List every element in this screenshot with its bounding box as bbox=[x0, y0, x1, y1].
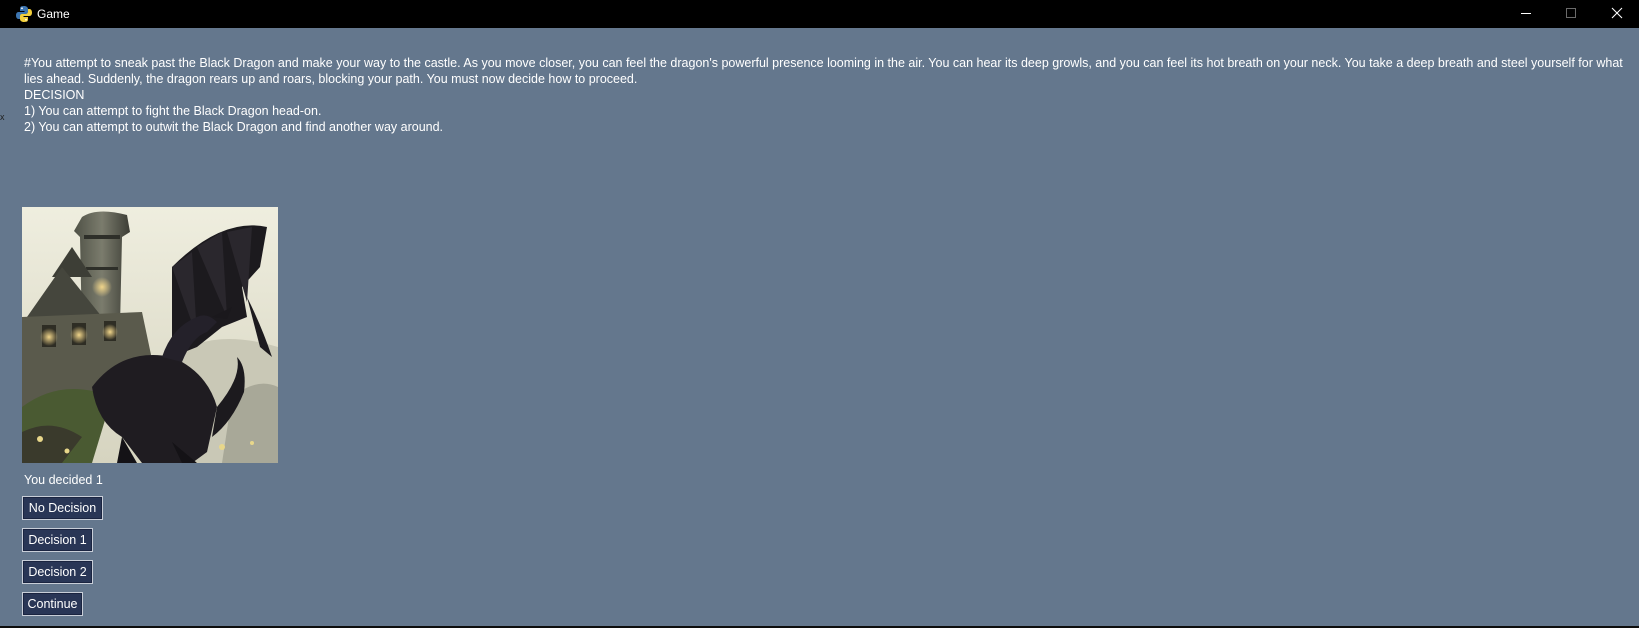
scene-image bbox=[22, 207, 278, 463]
continue-button[interactable]: Continue bbox=[22, 592, 83, 616]
game-window: Game x #You attempt to sneak past the Bl… bbox=[0, 0, 1639, 626]
decision-1-button[interactable]: Decision 1 bbox=[22, 528, 93, 552]
left-edge-artifact: x bbox=[0, 112, 5, 122]
window-title: Game bbox=[37, 7, 70, 21]
story-narrative: #You attempt to sneak past the Black Dra… bbox=[24, 56, 1623, 86]
title-bar[interactable]: Game bbox=[0, 0, 1639, 28]
maximize-button[interactable] bbox=[1548, 0, 1593, 26]
story-text: #You attempt to sneak past the Black Dra… bbox=[24, 55, 1624, 135]
decision-result: You decided 1 bbox=[24, 473, 103, 487]
no-decision-button[interactable]: No Decision bbox=[22, 496, 103, 520]
python-icon bbox=[15, 5, 33, 23]
maximize-icon bbox=[1565, 8, 1576, 18]
minimize-icon bbox=[1520, 13, 1531, 14]
decision-option-2: 2) You can attempt to outwit the Black D… bbox=[24, 120, 444, 134]
close-icon bbox=[1611, 7, 1622, 19]
close-button[interactable] bbox=[1594, 0, 1639, 26]
decision-option-1: 1) You can attempt to fight the Black Dr… bbox=[24, 104, 322, 118]
decision-2-button[interactable]: Decision 2 bbox=[22, 560, 93, 584]
decision-heading: DECISION bbox=[24, 88, 85, 102]
minimize-button[interactable] bbox=[1503, 0, 1548, 26]
